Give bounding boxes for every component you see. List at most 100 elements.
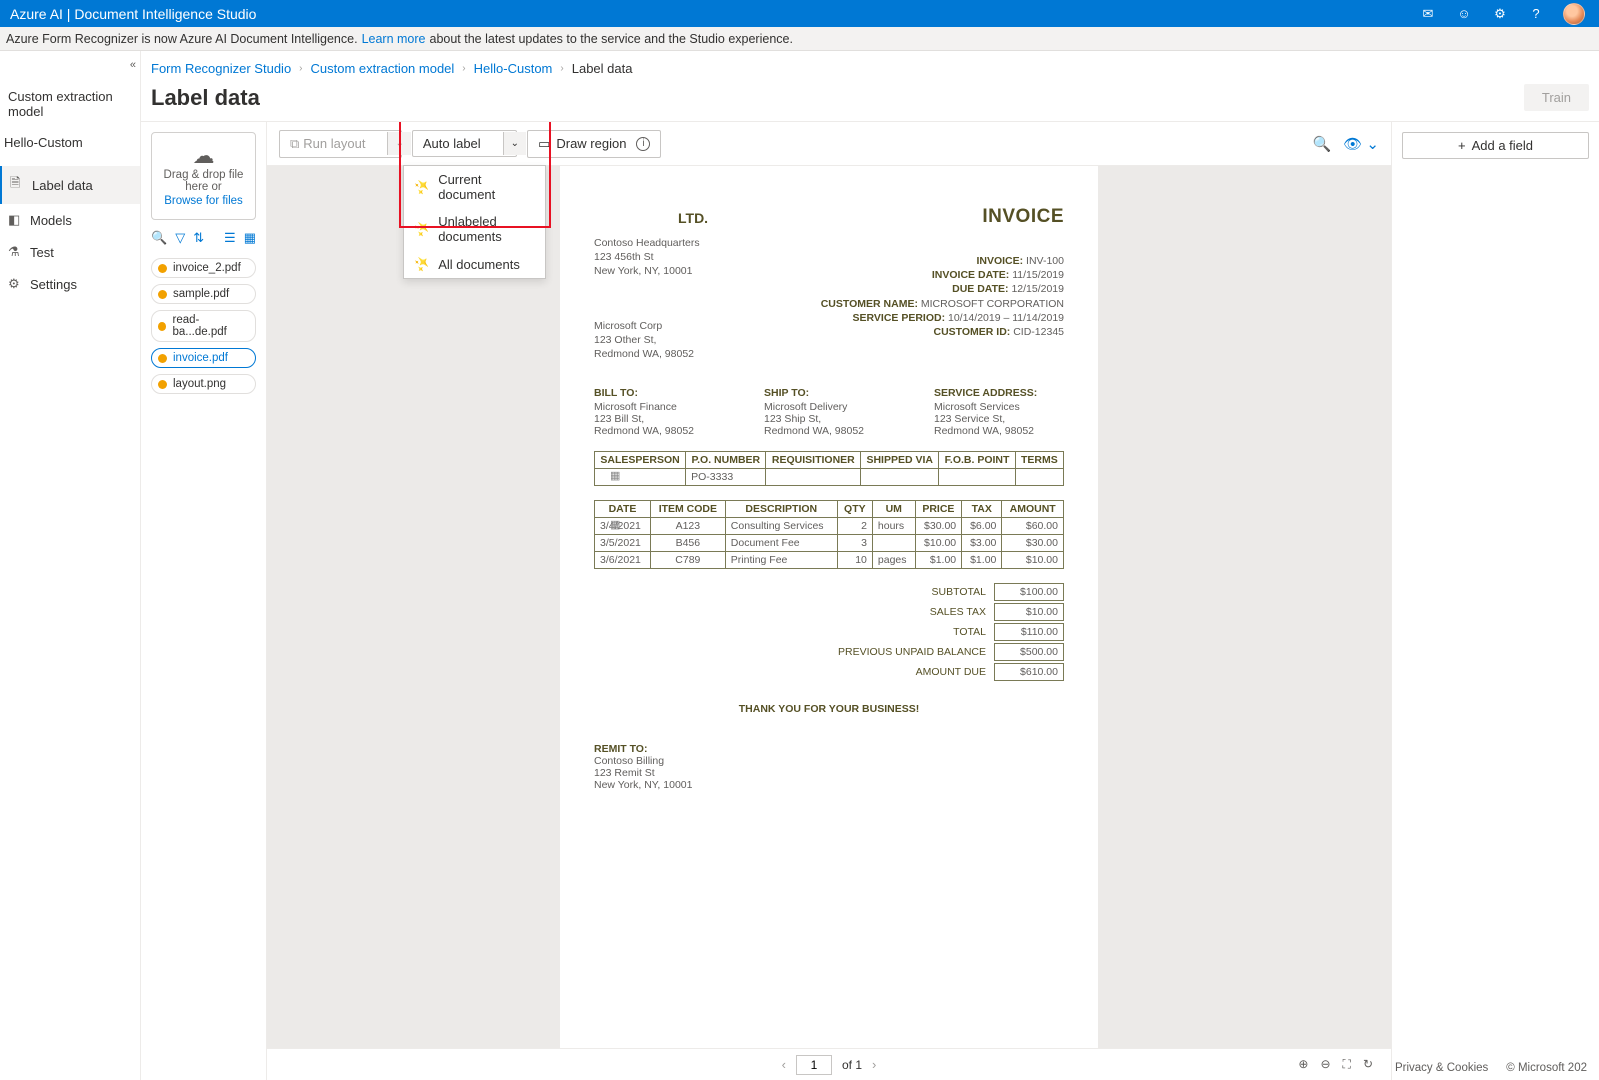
app-title: Azure AI | Document Intelligence Studio — [8, 6, 256, 22]
flask-icon: ⚗ — [8, 244, 22, 260]
nav-label: Settings — [30, 277, 77, 292]
content: Form Recognizer Studio › Custom extracti… — [141, 51, 1599, 1080]
dropdown-label: Unlabeled documents — [438, 214, 535, 244]
dropdown-label: All documents — [438, 257, 520, 272]
sidebar: « Custom extraction model Hello-Custom 🗎… — [0, 51, 141, 1080]
document-icon: 🗎 — [10, 174, 24, 196]
dropdown-unlabeled-docs[interactable]: ✨Unlabeled documents — [404, 208, 545, 250]
totals-block: SUBTOTAL$100.00 SALES TAX$10.00 TOTAL$11… — [594, 583, 1064, 681]
help-icon[interactable]: ? — [1527, 5, 1545, 23]
feedback-icon[interactable]: ☺ — [1455, 5, 1473, 23]
list-view-icon[interactable]: ☰ — [224, 230, 236, 246]
header-actions: ✉ ☺ ⚙ ? — [1419, 3, 1591, 25]
status-dot-icon — [158, 264, 167, 273]
collapse-sidebar-icon[interactable]: « — [130, 59, 136, 71]
plus-icon: + — [1458, 138, 1466, 153]
drop-text-1: Drag & drop file — [158, 169, 249, 181]
avatar[interactable] — [1563, 3, 1585, 25]
status-dot-icon — [158, 290, 167, 299]
table-handle-icon[interactable]: ▦ — [610, 518, 622, 531]
nav-label: Test — [30, 245, 54, 260]
sort-icon[interactable]: ⇅ — [193, 230, 204, 246]
status-dot-icon — [158, 322, 166, 331]
nav-label: Label data — [32, 178, 93, 193]
address-columns: BILL TO:Microsoft Finance123 Bill St,Red… — [594, 387, 1064, 437]
fields-panel: + Add a field — [1391, 122, 1599, 1080]
wand-icon: ✨ — [411, 218, 434, 241]
table-handle-icon[interactable]: ▦ — [610, 469, 622, 482]
settings-icon[interactable]: ⚙ — [1491, 5, 1509, 23]
banner-pre: Azure Form Recognizer is now Azure AI Do… — [6, 32, 358, 46]
layout-icon: ⧉ — [290, 136, 299, 151]
sidebar-section-title: Custom extraction model — [0, 51, 140, 127]
canvas-toolbar: ⧉Run layout ⌄ Auto label ⌄ ▭ Draw region… — [267, 122, 1391, 166]
footer: Privacy & Cookies © Microsoft 202 — [141, 1060, 1599, 1080]
add-field-label: Add a field — [1472, 138, 1533, 153]
search-icon[interactable]: 🔍 — [151, 230, 167, 246]
banner-post: about the latest updates to the service … — [430, 32, 793, 46]
document-page: INVOICE LTD. Contoso Headquarters 123 45… — [560, 166, 1098, 1048]
grid-view-icon[interactable]: ▦ — [244, 230, 256, 246]
file-name: sample.pdf — [173, 288, 229, 300]
file-toolbar: 🔍 ▽ ⇅ ☰ ▦ — [151, 228, 256, 250]
chevron-right-icon: › — [560, 63, 563, 74]
filter-icon[interactable]: ▽ — [175, 230, 185, 246]
info-icon[interactable]: i — [636, 137, 650, 151]
drop-text-2: here or — [158, 181, 249, 193]
file-item[interactable]: layout.png — [151, 374, 256, 394]
nav-models[interactable]: ◧ Models — [0, 204, 140, 236]
crumb-1[interactable]: Form Recognizer Studio — [151, 61, 291, 76]
project-name: Hello-Custom — [0, 127, 140, 158]
add-field-button[interactable]: + Add a field — [1402, 132, 1589, 159]
draw-region-label: Draw region — [556, 136, 626, 151]
cloud-upload-icon: ☁ — [158, 143, 249, 169]
auto-label-label: Auto label — [413, 131, 491, 156]
file-list: invoice_2.pdf sample.pdf read-ba...de.pd… — [151, 258, 256, 394]
search-icon[interactable]: 🔍 — [1313, 135, 1332, 153]
crumb-2[interactable]: Custom extraction model — [311, 61, 455, 76]
status-dot-icon — [158, 354, 167, 363]
app-header: Azure AI | Document Intelligence Studio … — [0, 0, 1599, 27]
banner-learn-more-link[interactable]: Learn more — [362, 32, 426, 46]
file-name: layout.png — [173, 378, 226, 390]
crumb-3[interactable]: Hello-Custom — [474, 61, 553, 76]
draw-region-button[interactable]: ▭ Draw region i — [527, 130, 661, 158]
visibility-icon[interactable]: 👁 ⌄ — [1343, 135, 1379, 153]
invoice-meta: INVOICE: INV-100 INVOICE DATE: 11/15/201… — [821, 254, 1064, 339]
file-name: invoice_2.pdf — [173, 262, 241, 274]
dropdown-current-doc[interactable]: ✨Current document — [404, 166, 545, 208]
nav-label-data[interactable]: 🗎 Label data — [0, 166, 140, 204]
status-dot-icon — [158, 380, 167, 389]
browse-files-link[interactable]: Browse for files — [158, 195, 249, 207]
page-title: Label data — [151, 85, 260, 111]
mail-icon[interactable]: ✉ — [1419, 5, 1437, 23]
gear-icon: ⚙ — [8, 276, 22, 292]
hq-name: Contoso Headquarters — [594, 236, 1064, 250]
file-item-selected[interactable]: invoice.pdf — [151, 348, 256, 368]
nav-settings[interactable]: ⚙ Settings — [0, 268, 140, 300]
run-layout-button[interactable]: ⧉Run layout ⌄ — [279, 130, 402, 158]
dropdown-label: Current document — [438, 172, 535, 202]
privacy-link[interactable]: Privacy & Cookies — [1395, 1062, 1488, 1078]
dropdown-all-docs[interactable]: ✨All documents — [404, 250, 545, 278]
chevron-down-icon[interactable]: ⌄ — [503, 132, 526, 155]
crumb-4: Label data — [572, 61, 633, 76]
file-item[interactable]: read-ba...de.pdf — [151, 310, 256, 342]
nav-test[interactable]: ⚗ Test — [0, 236, 140, 268]
files-panel: ☁ Drag & drop file here or Browse for fi… — [141, 122, 267, 1080]
drop-zone[interactable]: ☁ Drag & drop file here or Browse for fi… — [151, 132, 256, 220]
auto-label-button[interactable]: Auto label ⌄ — [412, 130, 517, 157]
cube-icon: ◧ — [8, 212, 22, 228]
canvas-area: ⧉Run layout ⌄ Auto label ⌄ ▭ Draw region… — [267, 122, 1391, 1080]
remit-block: REMIT TO: Contoso Billing 123 Remit St N… — [594, 743, 1064, 791]
chevron-down-icon[interactable]: ⌄ — [387, 132, 410, 155]
invoice-heading: INVOICE — [982, 206, 1064, 228]
nav-label: Models — [30, 213, 72, 228]
chevron-right-icon: › — [299, 63, 302, 74]
file-item[interactable]: sample.pdf — [151, 284, 256, 304]
file-item[interactable]: invoice_2.pdf — [151, 258, 256, 278]
draw-region-icon: ▭ — [538, 136, 550, 152]
document-viewport[interactable]: INVOICE LTD. Contoso Headquarters 123 45… — [267, 166, 1391, 1048]
file-name: invoice.pdf — [173, 352, 228, 364]
train-button[interactable]: Train — [1524, 84, 1589, 111]
